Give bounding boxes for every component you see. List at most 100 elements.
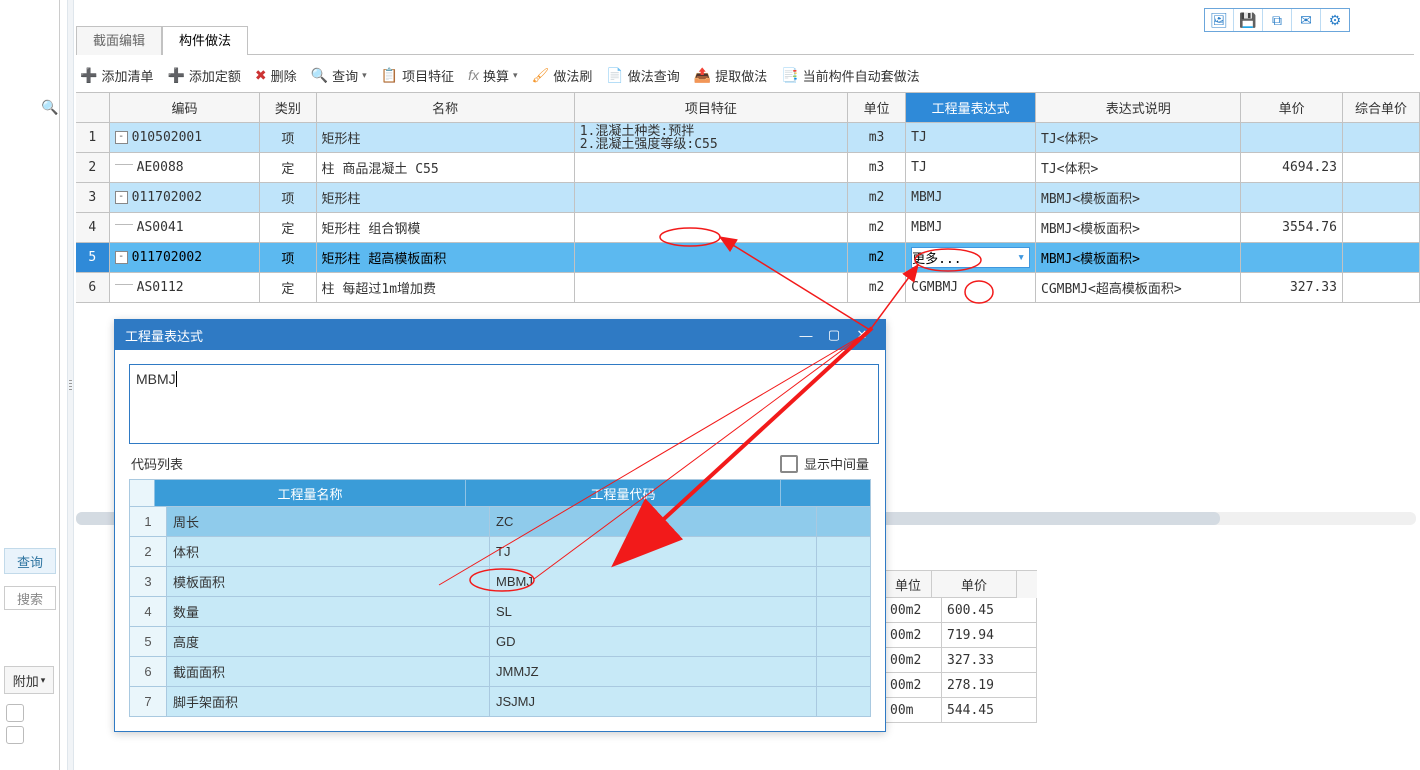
method-brush-button[interactable]: 🖌做法刷 xyxy=(532,66,593,85)
query-button[interactable]: 🔍查询▾ xyxy=(311,66,367,85)
col-unit[interactable]: 单位 xyxy=(848,93,906,122)
cell-total[interactable] xyxy=(1343,213,1420,242)
splitter-handle[interactable] xyxy=(67,0,74,770)
code-list-row[interactable]: 5高度GD xyxy=(130,626,870,656)
cell-name[interactable]: 矩形柱 超高模板面积 xyxy=(317,243,575,272)
cell-desc[interactable]: CGMBMJ<超高模板面积> xyxy=(1036,273,1241,302)
table-row[interactable]: 4AS0041定矩形柱 组合钢模m2MBMJMBMJ<模板面积>3554.76 xyxy=(76,213,1420,243)
cell-qty-name[interactable]: 周长 xyxy=(167,507,490,536)
extract-button[interactable]: 📤提取做法 xyxy=(694,66,767,85)
cell-unit[interactable]: m2 xyxy=(848,243,906,272)
left-search-input[interactable]: 搜索 xyxy=(4,586,56,610)
cell-desc[interactable]: TJ<体积> xyxy=(1036,153,1241,182)
table-row[interactable]: 6AS0112定柱 每超过1m增加费m2CGMBMJCGMBMJ<超高模板面积>… xyxy=(76,273,1420,303)
cell-name[interactable]: 矩形柱 xyxy=(317,123,575,152)
cell-feat[interactable] xyxy=(575,273,848,302)
cell-expr[interactable]: 更多...▾ xyxy=(906,243,1036,272)
cell-expr[interactable]: MBMJ xyxy=(906,213,1036,242)
method-query-button[interactable]: 📄做法查询 xyxy=(606,66,679,85)
dialog-titlebar[interactable]: 工程量表达式 — ▢ ✕ xyxy=(115,320,885,350)
col-kind[interactable]: 类别 xyxy=(260,93,316,122)
col-qty-code[interactable]: 工程量代码 xyxy=(466,480,781,506)
col-price[interactable]: 单价 xyxy=(1241,93,1343,122)
cell-desc[interactable]: MBMJ<模板面积> xyxy=(1036,213,1241,242)
cell-price[interactable]: 4694.23 xyxy=(1241,153,1343,182)
cell-qty-code[interactable]: MBMJ xyxy=(490,567,817,596)
cell-total[interactable] xyxy=(1343,243,1420,272)
code-list-row[interactable]: 6截面面积JMMJZ xyxy=(130,656,870,686)
chevron-down-icon[interactable]: ▾ xyxy=(1017,250,1025,265)
cell-total[interactable] xyxy=(1343,153,1420,182)
cell-qty-code[interactable]: ZC xyxy=(490,507,817,536)
cell-price[interactable] xyxy=(1241,183,1343,212)
cell-total[interactable] xyxy=(1343,183,1420,212)
cell-code[interactable]: AE0088 xyxy=(110,153,261,182)
cell-desc[interactable]: TJ<体积> xyxy=(1036,123,1241,152)
cell-unit[interactable]: m3 xyxy=(848,153,906,182)
table-row[interactable]: 2AE0088定柱 商品混凝土 C55m3TJTJ<体积>4694.23 xyxy=(76,153,1420,183)
cell-feat[interactable] xyxy=(575,243,848,272)
code-list-row[interactable]: 1周长ZC xyxy=(130,506,870,536)
cell-kind[interactable]: 定 xyxy=(260,153,316,182)
left-search-button[interactable]: 🔍 xyxy=(41,99,55,113)
cell-qty-name[interactable]: 数量 xyxy=(167,597,490,626)
cell-desc[interactable]: MBMJ<模板面积> xyxy=(1036,183,1241,212)
attach-button[interactable]: 附加▾ xyxy=(4,666,54,694)
cell-qty-code[interactable]: SL xyxy=(490,597,817,626)
checkbox-2[interactable] xyxy=(6,726,24,744)
col-feat[interactable]: 项目特征 xyxy=(575,93,848,122)
maximize-button[interactable]: ▢ xyxy=(821,324,847,346)
col-desc[interactable]: 表达式说明 xyxy=(1036,93,1241,122)
cell-price[interactable]: 3554.76 xyxy=(1241,213,1343,242)
cell-qty-name[interactable]: 模板面积 xyxy=(167,567,490,596)
cell-total[interactable] xyxy=(1343,273,1420,302)
cell-expr[interactable]: CGMBMJ xyxy=(906,273,1036,302)
col-expr[interactable]: 工程量表达式 xyxy=(906,93,1036,122)
add-list-button[interactable]: ➕添加清单 xyxy=(80,66,153,85)
col-code[interactable]: 编码 xyxy=(110,93,261,122)
cell-qty-code[interactable]: TJ xyxy=(490,537,817,566)
cell-total[interactable] xyxy=(1343,123,1420,152)
auto-method-button[interactable]: 📑当前构件自动套做法 xyxy=(781,66,919,85)
cell-name[interactable]: 矩形柱 xyxy=(317,183,575,212)
col-qty-name[interactable]: 工程量名称 xyxy=(155,480,466,506)
code-list-row[interactable]: 7脚手架面积JSJMJ xyxy=(130,686,870,716)
minimize-button[interactable]: — xyxy=(793,324,819,346)
cell-feat[interactable] xyxy=(575,213,848,242)
cell-expr[interactable]: TJ xyxy=(906,153,1036,182)
cell-kind[interactable]: 项 xyxy=(260,123,316,152)
cell-unit[interactable]: m2 xyxy=(848,213,906,242)
tab-component-method[interactable]: 构件做法 xyxy=(162,26,248,55)
cell-name[interactable]: 柱 商品混凝土 C55 xyxy=(317,153,575,182)
feature-button[interactable]: 📋项目特征 xyxy=(381,66,454,85)
cell-expr[interactable]: MBMJ xyxy=(906,183,1036,212)
cell-name[interactable]: 矩形柱 组合钢模 xyxy=(317,213,575,242)
cell-qty-name[interactable]: 体积 xyxy=(167,537,490,566)
query-panel-header[interactable]: 查询 xyxy=(4,548,56,574)
expander-icon[interactable]: - xyxy=(115,251,128,264)
cell-feat[interactable]: 1.混凝土种类:预拌2.混凝土强度等级:C55 xyxy=(575,123,848,152)
code-list-row[interactable]: 4数量SL xyxy=(130,596,870,626)
expression-input[interactable]: MBMJ xyxy=(129,364,879,444)
cell-expr[interactable]: TJ xyxy=(906,123,1036,152)
cell-qty-name[interactable]: 高度 xyxy=(167,627,490,656)
cell-code[interactable]: -011702002 xyxy=(110,183,261,212)
cell-code[interactable]: AS0112 xyxy=(110,273,261,302)
table-row[interactable]: 1-010502001项矩形柱1.混凝土种类:预拌2.混凝土强度等级:C55m3… xyxy=(76,123,1420,153)
cell-price[interactable] xyxy=(1241,123,1343,152)
expander-icon[interactable]: - xyxy=(115,131,128,144)
cell-qty-name[interactable]: 脚手架面积 xyxy=(167,687,490,716)
close-button[interactable]: ✕ xyxy=(849,324,875,346)
cell-unit[interactable]: m2 xyxy=(848,273,906,302)
cell-unit[interactable]: m3 xyxy=(848,123,906,152)
code-list-row[interactable]: 3模板面积MBMJ xyxy=(130,566,870,596)
cell-feat[interactable] xyxy=(575,153,848,182)
expr-dropdown[interactable]: 更多...▾ xyxy=(911,247,1030,268)
cell-qty-code[interactable]: GD xyxy=(490,627,817,656)
expander-icon[interactable]: - xyxy=(115,191,128,204)
code-list-row[interactable]: 2体积TJ xyxy=(130,536,870,566)
calc-button[interactable]: fx换算▾ xyxy=(468,66,517,85)
show-middle-checkbox[interactable]: 显示中间量 xyxy=(780,454,869,473)
cell-qty-code[interactable]: JSJMJ xyxy=(490,687,817,716)
col-name[interactable]: 名称 xyxy=(317,93,575,122)
